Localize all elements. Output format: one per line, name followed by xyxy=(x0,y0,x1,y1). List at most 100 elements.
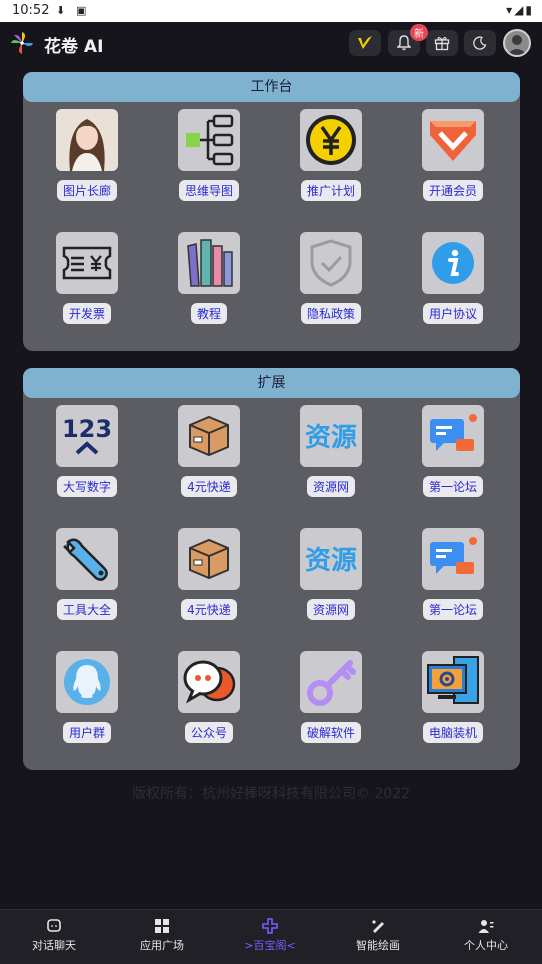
numbers-icon: 123 xyxy=(56,405,118,467)
svg-text:123: 123 xyxy=(62,415,112,443)
bottom-nav: 对话聊天 应用广场 >百宝阁< 智能绘画 个人中心 xyxy=(0,909,542,964)
tile-label: 开发票 xyxy=(62,303,111,324)
tile-label: 资源网 xyxy=(306,476,355,497)
tile-label: 隐私政策 xyxy=(300,303,361,324)
package-box-icon xyxy=(178,528,240,590)
tile-label: 第一论坛 xyxy=(422,476,483,497)
tile-forum-2[interactable]: 第一论坛 xyxy=(392,528,512,628)
bell-icon xyxy=(397,35,411,51)
brush-icon xyxy=(372,920,384,933)
tile-tutorial[interactable]: 教程 xyxy=(148,232,268,332)
tile-label: 4元快递 xyxy=(181,599,237,620)
tile-label: 电脑装机 xyxy=(422,722,483,743)
chat-icon xyxy=(47,919,61,932)
tile-label: 开通会员 xyxy=(422,180,483,201)
status-bar: 10:52 ⬇ ▣ ▾◢▮ xyxy=(0,0,542,22)
speech-bubbles-icon xyxy=(178,651,240,713)
moon-icon xyxy=(473,36,487,50)
nav-chat[interactable]: 对话聊天 xyxy=(0,910,108,964)
nav-app-square[interactable]: 应用广场 xyxy=(108,910,216,964)
tile-uppercase-numbers[interactable]: 123 大写数字 xyxy=(26,405,146,505)
nav-treasure[interactable]: >百宝阁< xyxy=(216,910,324,964)
tile-label: 用户群 xyxy=(62,722,111,743)
tile-label: 大写数字 xyxy=(56,476,117,497)
tile-label: 图片长廊 xyxy=(56,180,117,201)
tile-tools[interactable]: 工具大全 xyxy=(26,528,146,628)
tile-forum-1[interactable]: 第一论坛 xyxy=(392,405,512,505)
tile-user-group[interactable]: 用户群 xyxy=(26,651,146,751)
vip-chevron-icon xyxy=(422,109,484,171)
portrait-photo-icon xyxy=(56,109,118,171)
tile-label: 用户协议 xyxy=(422,303,483,324)
nav-label: >百宝阁< xyxy=(244,939,296,952)
status-time: 10:52 xyxy=(12,3,50,18)
tile-privacy[interactable]: 隐私政策 xyxy=(270,232,390,332)
notification-a-icon: ▣ xyxy=(76,4,87,17)
tile-label: 推广计划 xyxy=(300,180,361,201)
tile-express-1[interactable]: 4元快递 xyxy=(148,405,268,505)
signal-battery-icons: ▾◢▮ xyxy=(506,3,534,17)
download-icon: ⬇ xyxy=(56,4,66,17)
tile-resource-2[interactable]: 资源 资源网 xyxy=(270,528,390,628)
plus-cross-icon xyxy=(262,918,278,934)
tile-mindmap[interactable]: 思维导图 xyxy=(148,109,268,209)
tile-promotion[interactable]: 推广计划 xyxy=(270,109,390,209)
grid-icon xyxy=(155,919,169,933)
vip-button[interactable] xyxy=(349,30,381,56)
shield-check-icon xyxy=(300,232,362,294)
avatar-button[interactable] xyxy=(503,29,531,57)
tile-official-account[interactable]: 公众号 xyxy=(148,651,268,751)
vip-v-icon xyxy=(358,36,372,49)
resource-text-icon: 资源 xyxy=(300,528,362,590)
tile-gallery[interactable]: 图片长廊 xyxy=(26,109,146,209)
tile-user-agreement[interactable]: 用户协议 xyxy=(392,232,512,332)
package-box-icon xyxy=(178,405,240,467)
tile-label: 4元快递 xyxy=(181,476,237,497)
app-title: 花卷 AI xyxy=(44,37,104,57)
user-avatar-icon xyxy=(507,35,527,55)
new-badge: 新 xyxy=(410,24,428,41)
chat-bubbles-icon xyxy=(422,528,484,590)
copyright-footer: 版权所有：杭州好棒呀科技有限公司© 2022 xyxy=(131,786,411,802)
tile-label: 教程 xyxy=(190,303,227,324)
dark-mode-button[interactable] xyxy=(464,30,496,56)
workbench-panel: 工作台 图片长廊 思维导图 推广计划 开通会员 开发票 教程 隐私政策 用户协议 xyxy=(23,72,520,351)
tile-label: 工具大全 xyxy=(56,599,117,620)
invoice-ticket-icon xyxy=(56,232,118,294)
tile-express-2[interactable]: 4元快递 xyxy=(148,528,268,628)
nav-label: 个人中心 xyxy=(464,939,508,952)
chat-bubbles-icon xyxy=(422,405,484,467)
books-icon xyxy=(178,232,240,294)
tile-invoice[interactable]: 开发票 xyxy=(26,232,146,332)
tile-pc-assembly[interactable]: 电脑装机 xyxy=(392,651,512,751)
key-icon xyxy=(300,651,362,713)
tile-crack-software[interactable]: 破解软件 xyxy=(270,651,390,751)
info-icon xyxy=(422,232,484,294)
svg-text:资源: 资源 xyxy=(305,546,357,576)
svg-text:资源: 资源 xyxy=(305,423,357,453)
nav-label: 智能绘画 xyxy=(356,939,400,952)
nav-label: 应用广场 xyxy=(140,939,184,952)
tile-label: 思维导图 xyxy=(178,180,239,201)
mind-map-icon xyxy=(178,109,240,171)
extension-panel: 扩展 123 大写数字 4元快递 资源 资源网 第一论坛 工具大全 4元快递 资… xyxy=(23,368,520,770)
tile-membership[interactable]: 开通会员 xyxy=(392,109,512,209)
tile-label: 公众号 xyxy=(184,722,233,743)
tile-label: 破解软件 xyxy=(300,722,361,743)
resource-text-icon: 资源 xyxy=(300,405,362,467)
extension-header: 扩展 xyxy=(23,368,520,398)
nav-painting[interactable]: 智能绘画 xyxy=(324,910,432,964)
gift-button[interactable] xyxy=(426,30,458,56)
pinwheel-logo-icon xyxy=(11,32,33,54)
nav-personal[interactable]: 个人中心 xyxy=(432,910,540,964)
computer-gear-icon xyxy=(422,651,484,713)
workbench-header: 工作台 xyxy=(23,72,520,102)
tile-label: 第一论坛 xyxy=(422,599,483,620)
tile-resource-1[interactable]: 资源 资源网 xyxy=(270,405,390,505)
person-list-icon xyxy=(478,920,494,933)
gift-icon xyxy=(434,36,450,51)
tile-label: 资源网 xyxy=(306,599,355,620)
nav-label: 对话聊天 xyxy=(32,939,76,952)
qq-penguin-icon xyxy=(56,651,118,713)
top-bar: 花卷 AI xyxy=(0,22,542,66)
